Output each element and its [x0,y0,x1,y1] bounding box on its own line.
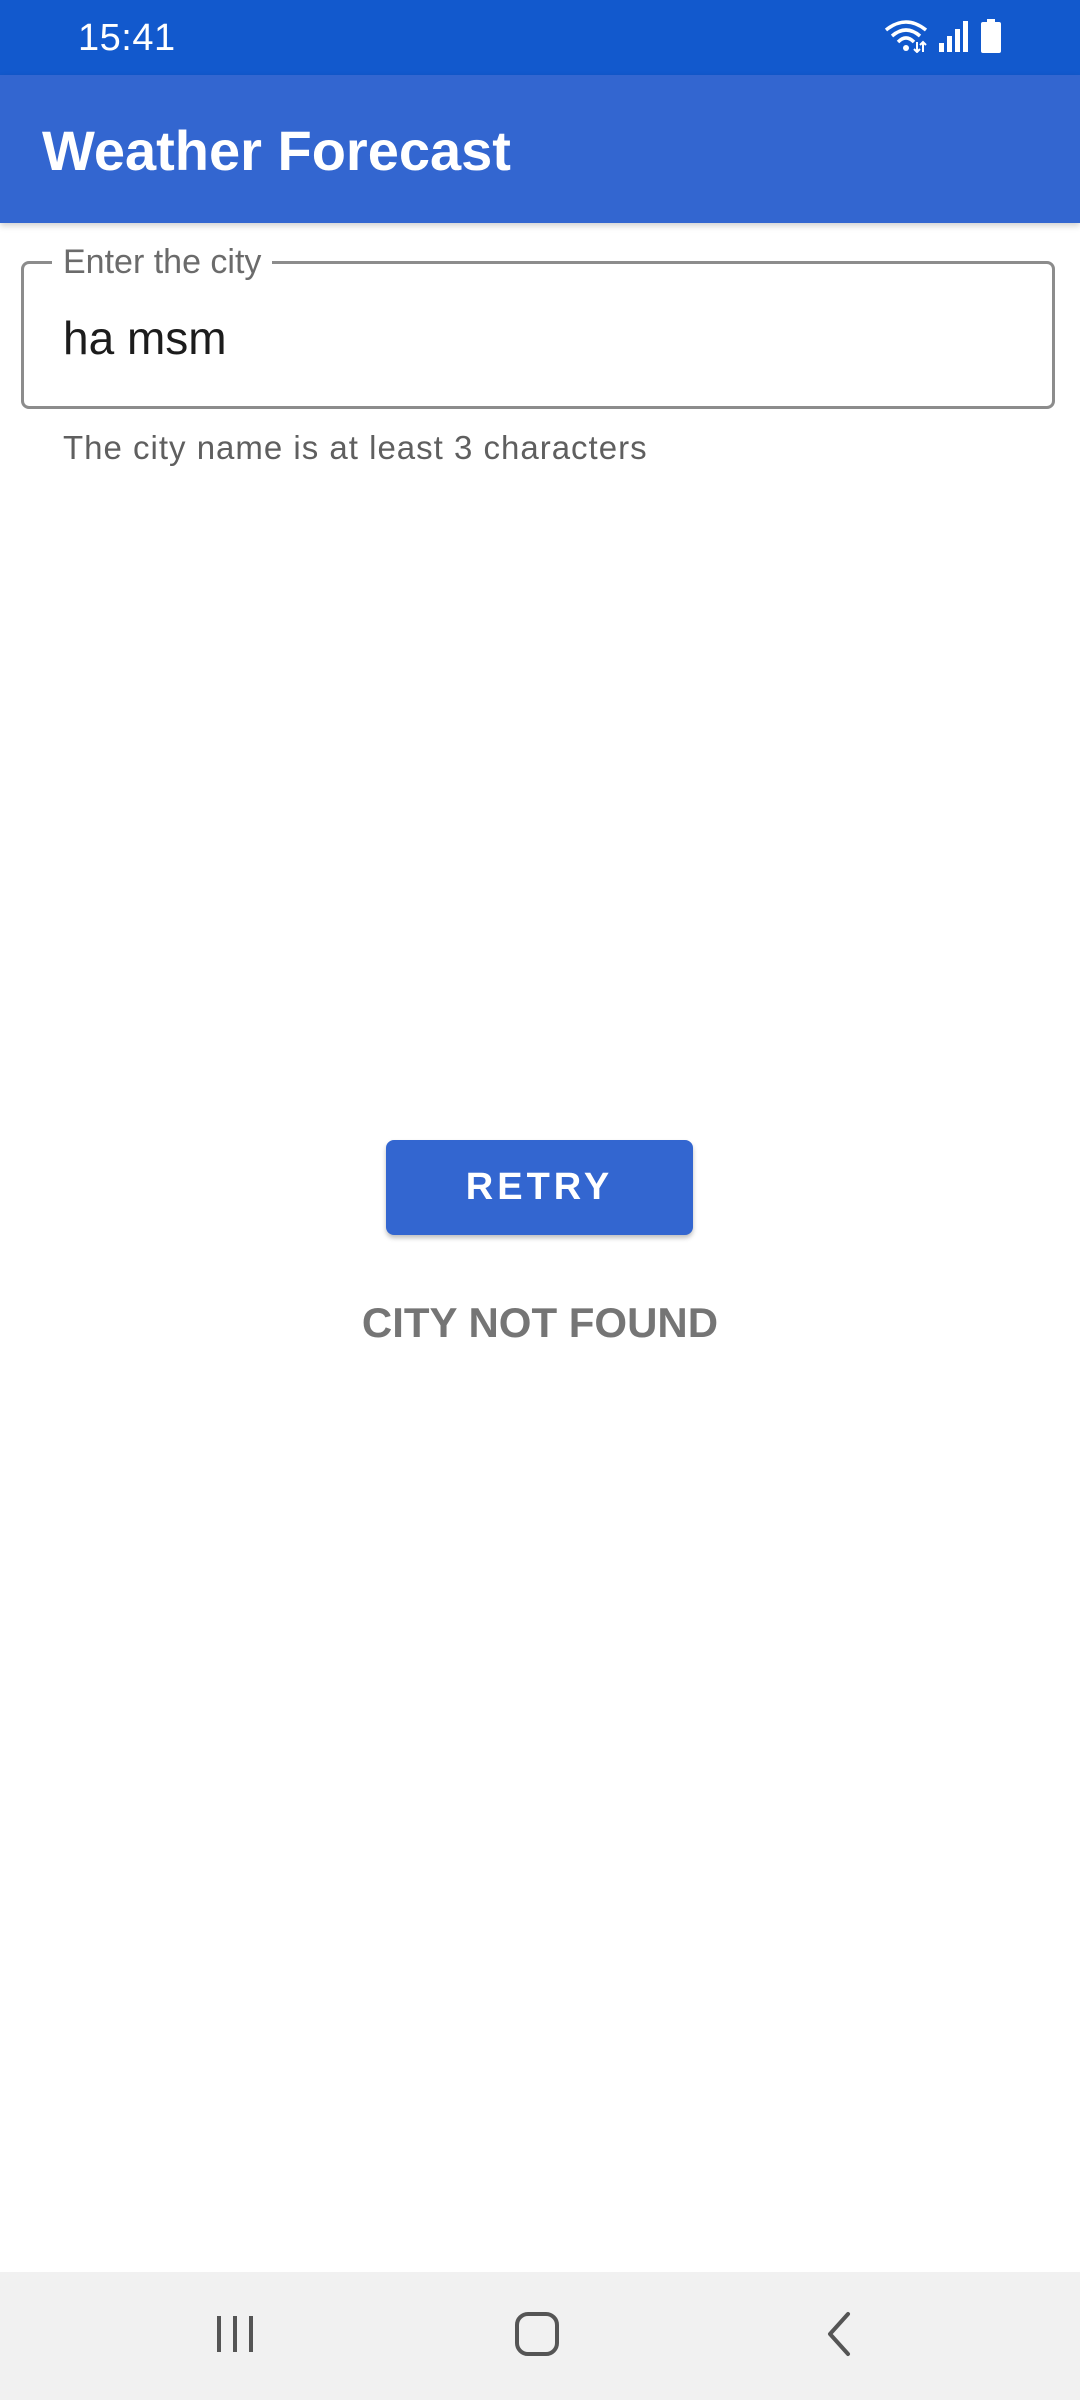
app-bar: Weather Forecast [0,75,1080,223]
status-icons [884,18,1002,58]
recent-apps-icon [213,2314,257,2359]
status-time: 15:41 [78,17,176,59]
error-message: CITY NOT FOUND [361,1299,719,1346]
app-title: Weather Forecast [42,119,511,182]
status-bar: 15:41 [0,0,1080,75]
back-icon [824,2311,854,2362]
recent-apps-button[interactable] [195,2296,275,2376]
back-button[interactable] [799,2296,879,2376]
city-input-value[interactable]: ha msm [63,311,227,365]
retry-button-label: RETRY [465,1166,614,1208]
retry-button[interactable]: RETRY [386,1140,693,1235]
city-input-label: Enter the city [52,242,273,282]
city-input-helper: The city name is at least 3 characters [63,429,648,466]
home-button[interactable] [497,2296,577,2376]
battery-icon [980,18,1002,58]
home-icon [514,2311,560,2362]
cell-signal-icon [938,20,970,57]
wifi-icon [884,19,928,58]
navigation-bar [0,2272,1080,2400]
